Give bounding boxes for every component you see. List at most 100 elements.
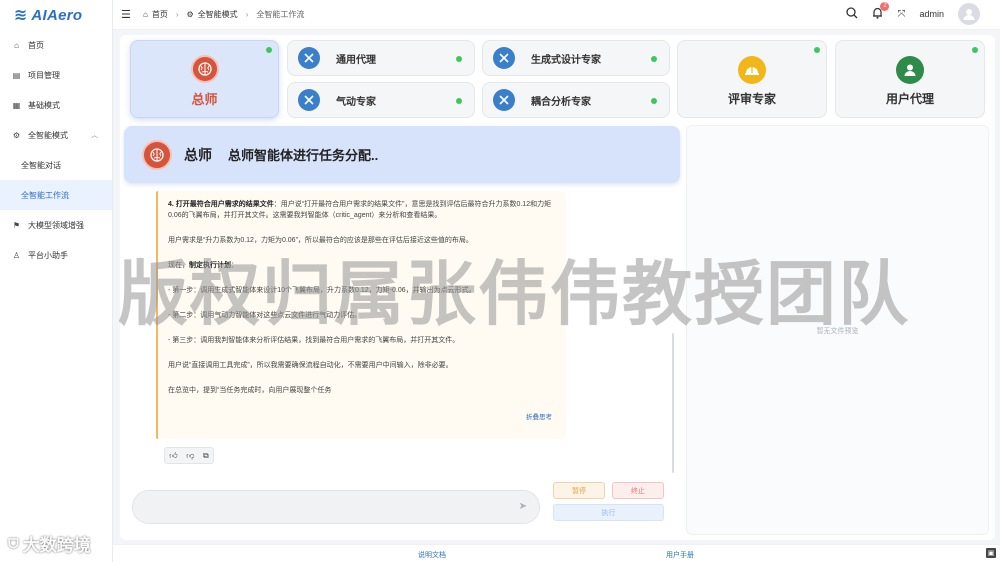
search-icon[interactable] — [846, 6, 858, 22]
agent-card-chief-designer[interactable]: 总师 — [130, 40, 279, 118]
copy-icon[interactable]: ⧉ — [203, 451, 209, 461]
brain-icon — [190, 54, 219, 83]
sidebar-item-assistant[interactable]: ♙ 平台小助手 — [0, 240, 112, 270]
home-icon: ⌂ — [143, 10, 148, 19]
message-paragraph: 用户说“直接调用工具完成”，所以我需要确保流程自动化，不需要用户中间输入，除非必… — [168, 362, 453, 369]
execute-button[interactable]: 执行 — [553, 504, 664, 521]
grid-icon: ▦ — [12, 100, 21, 110]
breadcrumb-separator: › — [175, 10, 179, 19]
banner-status: 总师智能体进行任务分配.. — [228, 148, 379, 163]
hardhat-icon — [738, 55, 766, 84]
agent-card-generative-design[interactable]: 生成式设计专家 — [482, 40, 670, 76]
watermark-logo-icon: ᗜ — [8, 535, 19, 551]
app-logo[interactable]: ≋ AIAero — [0, 0, 112, 30]
gear-icon: ⚙ — [186, 10, 194, 19]
sidebar-item-llm-enhancement[interactable]: ⚑ 大模型领域增强 — [0, 210, 112, 240]
breadcrumb-current: 全智能工作流 — [256, 10, 305, 19]
notification-badge: 2 — [880, 1, 890, 11]
clipboard-icon: ▤ — [12, 70, 21, 80]
stop-button[interactable]: 终止 — [612, 482, 664, 499]
gear-icon: ⚙ — [12, 130, 21, 140]
agent-label: 气动专家 — [336, 96, 376, 108]
channel-watermark: ᗜ 大数跨境 — [8, 531, 91, 556]
pause-button[interactable]: 暂停 — [553, 482, 605, 499]
agent-card-general-agent[interactable]: 通用代理 — [287, 40, 475, 76]
sidebar-item-label: 项目管理 — [28, 70, 60, 80]
chevron-up-icon: ︿ — [91, 132, 98, 139]
message-paragraph: 现在，制定执行计划： — [168, 262, 238, 269]
message-paragraph: 在总览中，提到“当任务完成时，向用户展现整个任务 — [168, 387, 332, 394]
sidebar-item-label: 全智能工作流 — [21, 190, 69, 200]
tools-icon — [298, 47, 320, 69]
banner-agent-name: 总师 — [184, 146, 212, 163]
breadcrumb-home[interactable]: 首页 — [152, 9, 168, 20]
logo-wing-icon: ≋ — [14, 7, 28, 24]
agent-label: 耦合分析专家 — [531, 96, 591, 108]
sidebar-item-label: 基础模式 — [28, 100, 60, 110]
agent-card-user-agent[interactable]: 用户代理 — [835, 40, 985, 118]
sidebar-item-label: 全智能模式 — [28, 130, 68, 140]
sidebar-item-label: 首页 — [28, 40, 44, 50]
sidebar: ≋ AIAero ⌂ 首页 ▤ 项目管理 ▦ 基础模式 ⚙ 全智能模式 ︿ 全智… — [0, 0, 113, 562]
chat-input[interactable]: ➤ — [132, 490, 540, 524]
sidebar-item-label: 全智能对话 — [21, 160, 61, 170]
menu-toggle-icon[interactable]: ☰ — [121, 8, 131, 21]
message-paragraph: 用户需求是“升力系数为0.12，力矩为0.06”，所以最符合的应该是那些在评估后… — [168, 237, 473, 244]
send-icon[interactable]: ➤ — [519, 501, 527, 512]
chat-scrollbar[interactable] — [672, 333, 674, 473]
breadcrumb-mode[interactable]: 全智能模式 — [198, 9, 238, 20]
online-status-dot — [651, 56, 657, 62]
breadcrumb: ⌂ 首页 › ⚙ 全智能模式 › 全智能工作流 — [143, 9, 304, 20]
empty-preview-text: 暂无文件预览 — [816, 328, 859, 335]
agent-label: 通用代理 — [336, 54, 376, 66]
agent-label: 总师 — [191, 91, 218, 107]
collapse-thinking-link[interactable]: 折叠思考 — [526, 411, 552, 421]
agent-card-reviewer[interactable]: 评审专家 — [677, 40, 827, 118]
message-paragraph: - 第三步：调用我判智能体来分析评估结果，找到最符合用户需求的飞翼布局，并打开其… — [168, 337, 460, 344]
active-agent-banner: 总师 总师智能体进行任务分配.. — [124, 126, 680, 183]
agent-card-coupling-analysis[interactable]: 耦合分析专家 — [482, 82, 670, 118]
online-status-dot — [651, 98, 657, 104]
footer: 说明文档 用户手册 ▣ — [113, 544, 1000, 562]
thumbs-down-icon[interactable]: 👎︎ — [186, 451, 194, 461]
breadcrumb-separator: › — [245, 10, 249, 19]
sidebar-item-full-intelligent-chat[interactable]: 全智能对话 — [0, 150, 112, 180]
manual-link[interactable]: 用户手册 — [666, 550, 694, 560]
brain-icon — [142, 139, 172, 170]
fullscreen-icon[interactable]: ⤧ — [897, 9, 905, 20]
message-reactions: 👍︎ 👎︎ ⧉ — [164, 447, 214, 464]
bell-icon[interactable]: 2 — [872, 1, 890, 22]
corner-badge-icon: ▣ — [986, 548, 996, 558]
flag-icon: ⚑ — [12, 220, 21, 230]
sidebar-item-home[interactable]: ⌂ 首页 — [0, 30, 112, 60]
online-status-dot — [456, 56, 462, 62]
home-icon: ⌂ — [14, 40, 19, 50]
online-status-dot — [456, 98, 462, 104]
message-paragraph: - 第二步：调用气动力智能体对这些点云文件进行气动力评估。 — [168, 312, 362, 319]
thumbs-up-icon[interactable]: 👍︎ — [169, 451, 177, 461]
message-paragraph: - 第一步：调用生成式智能体来设计10个飞翼布局，升力系数0.12，力矩-0.0… — [168, 287, 476, 294]
message-paragraph: 4. 打开最符合用户需求的结果文件：用户说“打开最符合用户需求的结果文件”，意思… — [168, 201, 552, 219]
header-actions: 2 ⤧ admin — [846, 1, 980, 25]
sidebar-item-full-intelligent-workflow[interactable]: 全智能工作流 — [0, 180, 112, 210]
online-status-dot — [972, 47, 978, 53]
agent-card-aerodynamics[interactable]: 气动专家 — [287, 82, 475, 118]
docs-link[interactable]: 说明文档 — [418, 550, 446, 560]
user-icon: ♙ — [12, 250, 21, 260]
avatar[interactable] — [958, 3, 980, 25]
thinking-message: 4. 打开最符合用户需求的结果文件：用户说“打开最符合用户需求的结果文件”，意思… — [156, 191, 566, 439]
online-status-dot — [266, 47, 272, 53]
agent-label: 评审专家 — [727, 91, 776, 106]
logo-text: AIAero — [31, 6, 83, 24]
sidebar-item-basic-mode[interactable]: ▦ 基础模式 — [0, 90, 112, 120]
username[interactable]: admin — [919, 9, 944, 19]
agent-label: 生成式设计专家 — [531, 54, 601, 66]
file-preview-panel: 暂无文件预览 — [686, 125, 989, 535]
sidebar-item-label: 大模型领域增强 — [28, 220, 84, 230]
sidebar-item-label: 平台小助手 — [28, 250, 68, 260]
sidebar-item-projects[interactable]: ▤ 项目管理 — [0, 60, 112, 90]
agent-label: 用户代理 — [885, 91, 934, 106]
sidebar-item-full-intelligent-mode[interactable]: ⚙ 全智能模式 ︿ — [0, 120, 112, 150]
top-header: ☰ ⌂ 首页 › ⚙ 全智能模式 › 全智能工作流 2 ⤧ admin — [113, 0, 1000, 30]
tools-icon — [298, 89, 320, 111]
